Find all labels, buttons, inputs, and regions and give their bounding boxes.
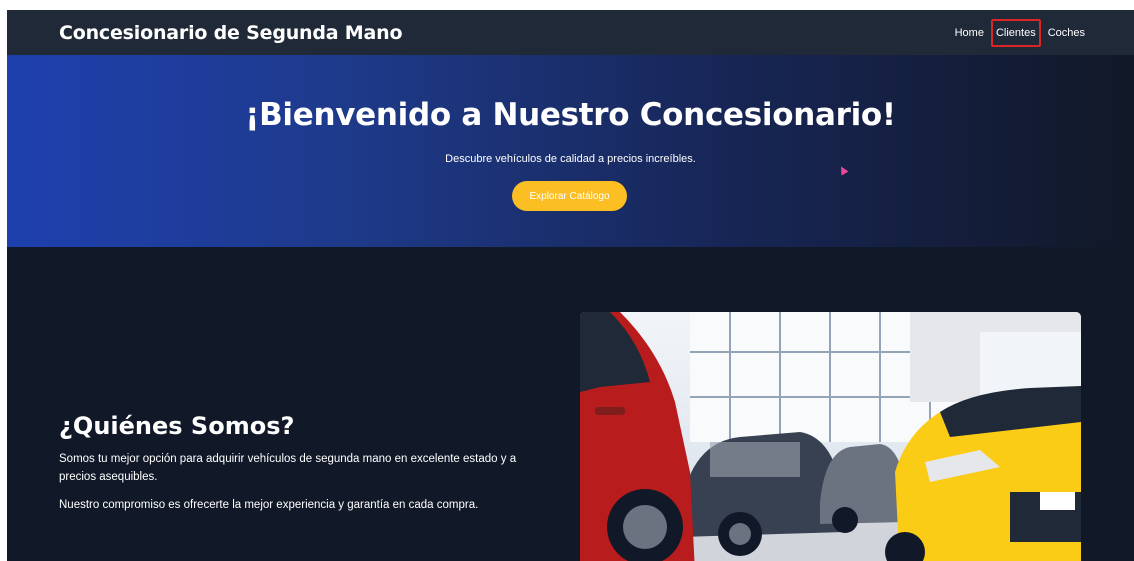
about-section: ¿Quiénes Somos? Somos tu mejor opción pa…	[59, 412, 559, 524]
hero-title: ¡Bienvenido a Nuestro Concesionario!	[245, 97, 896, 133]
explore-catalog-button[interactable]: Explorar Catálogo	[512, 181, 627, 211]
brand-title[interactable]: Concesionario de Segunda Mano	[59, 22, 403, 44]
nav-link-coches[interactable]: Coches	[1045, 20, 1088, 46]
page-frame: Concesionario de Segunda Mano Home Clien…	[7, 10, 1134, 561]
showroom-cars-photo	[580, 312, 1081, 561]
nav-link-clientes[interactable]: Clientes	[990, 18, 1041, 47]
main-nav: Home Clientes Coches	[952, 18, 1088, 47]
hero-banner: ¡Bienvenido a Nuestro Concesionario! Des…	[7, 55, 1134, 247]
hero-subtitle: Descubre vehículos de calidad a precios …	[445, 153, 696, 165]
silver-car	[820, 444, 905, 533]
showroom-illustration	[580, 312, 1081, 561]
nav-link-home[interactable]: Home	[952, 20, 987, 46]
top-navbar: Concesionario de Segunda Mano Home Clien…	[7, 10, 1134, 55]
about-paragraph: Somos tu mejor opción para adquirir vehí…	[59, 453, 517, 483]
mouse-cursor-icon	[837, 164, 849, 176]
about-title: ¿Quiénes Somos?	[59, 412, 295, 440]
about-paragraph: Nuestro compromiso es ofrecerte la mejor…	[59, 499, 479, 511]
red-car	[580, 312, 695, 561]
